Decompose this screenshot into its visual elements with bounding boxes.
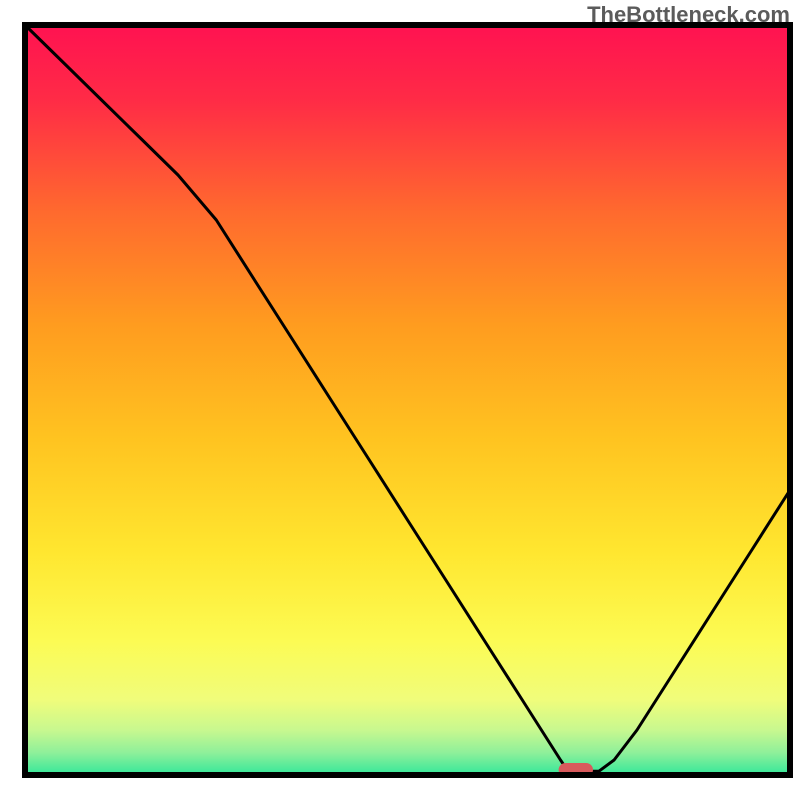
bottleneck-chart (0, 0, 800, 800)
chart-container: TheBottleneck.com (0, 0, 800, 800)
watermark-label: TheBottleneck.com (587, 2, 790, 28)
